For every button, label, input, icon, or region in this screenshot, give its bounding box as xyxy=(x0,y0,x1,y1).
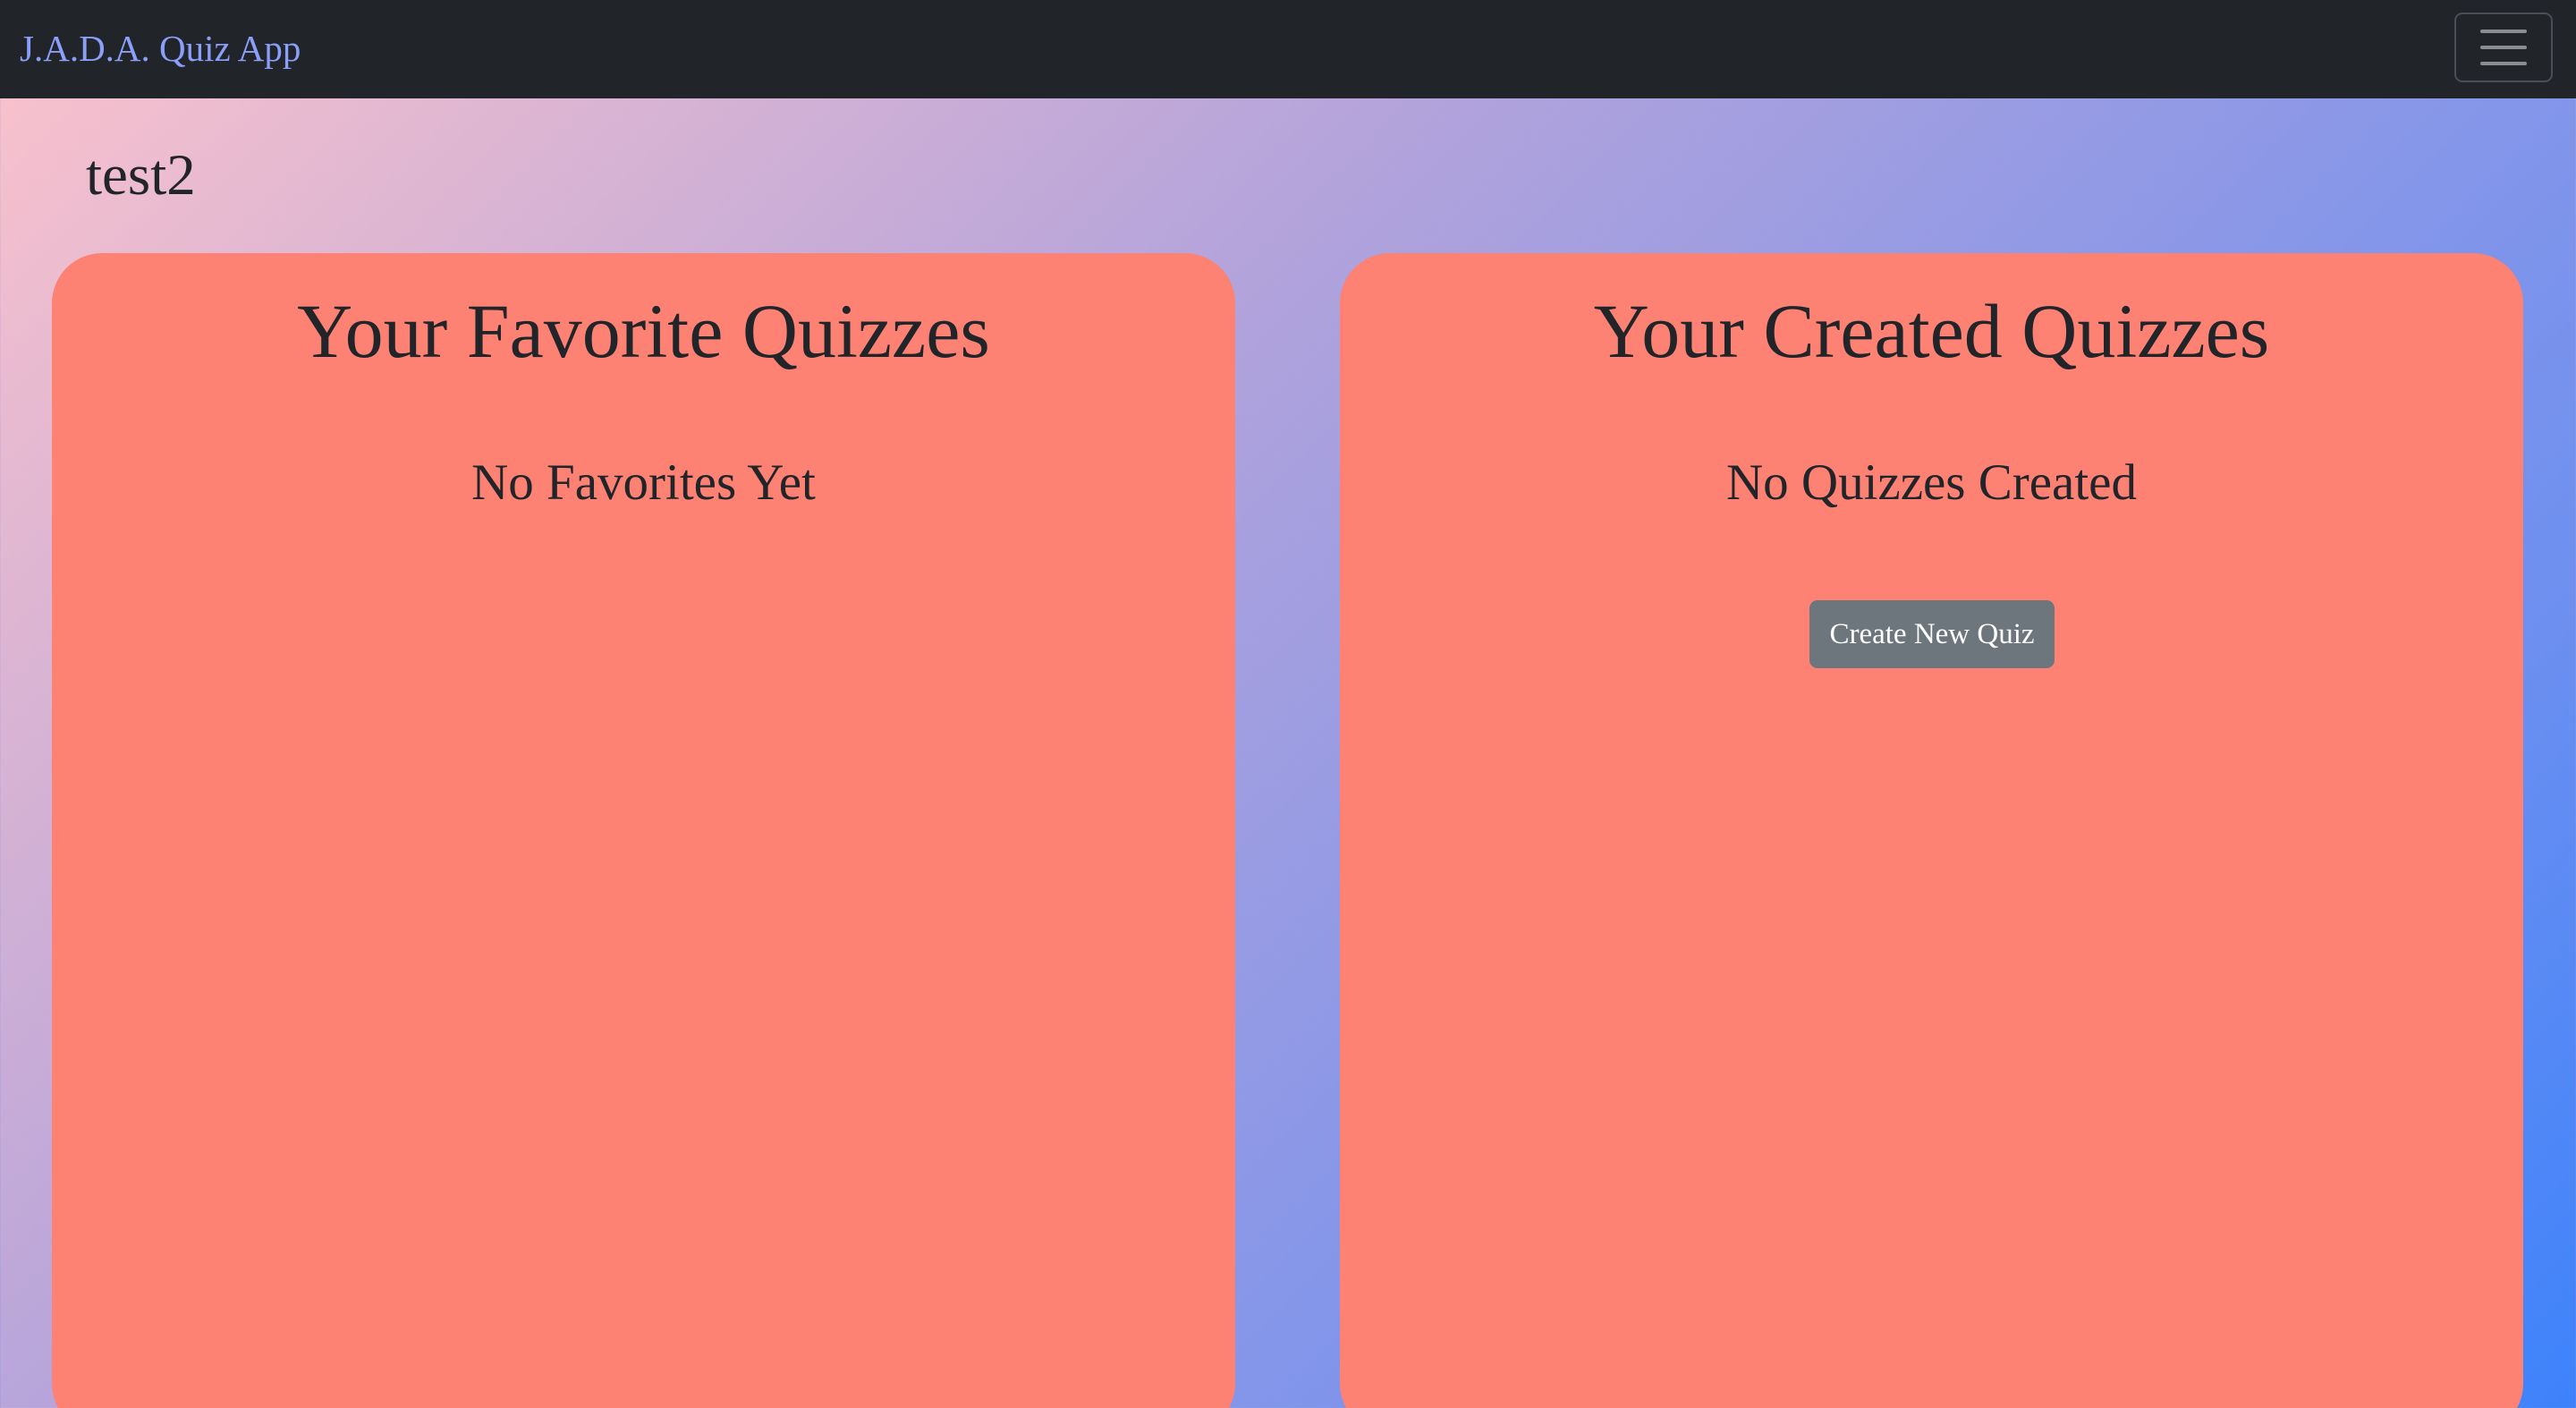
hamburger-menu-icon xyxy=(2480,30,2527,65)
created-quizzes-panel: Your Created Quizzes No Quizzes Created … xyxy=(1340,253,2523,1408)
create-new-quiz-button[interactable]: Create New Quiz xyxy=(1809,600,2055,668)
navbar: J.A.D.A. Quiz App xyxy=(0,0,2576,98)
navbar-brand-link[interactable]: J.A.D.A. Quiz App xyxy=(20,25,301,72)
no-quizzes-message: No Quizzes Created xyxy=(1726,454,2137,511)
favorite-quizzes-panel: Your Favorite Quizzes No Favorites Yet xyxy=(52,253,1235,1408)
favorite-quizzes-title: Your Favorite Quizzes xyxy=(297,288,990,374)
created-quizzes-title: Your Created Quizzes xyxy=(1593,288,2270,374)
navbar-toggler-button[interactable] xyxy=(2454,13,2553,82)
username-heading: test2 xyxy=(86,143,196,208)
no-favorites-message: No Favorites Yet xyxy=(471,454,816,511)
